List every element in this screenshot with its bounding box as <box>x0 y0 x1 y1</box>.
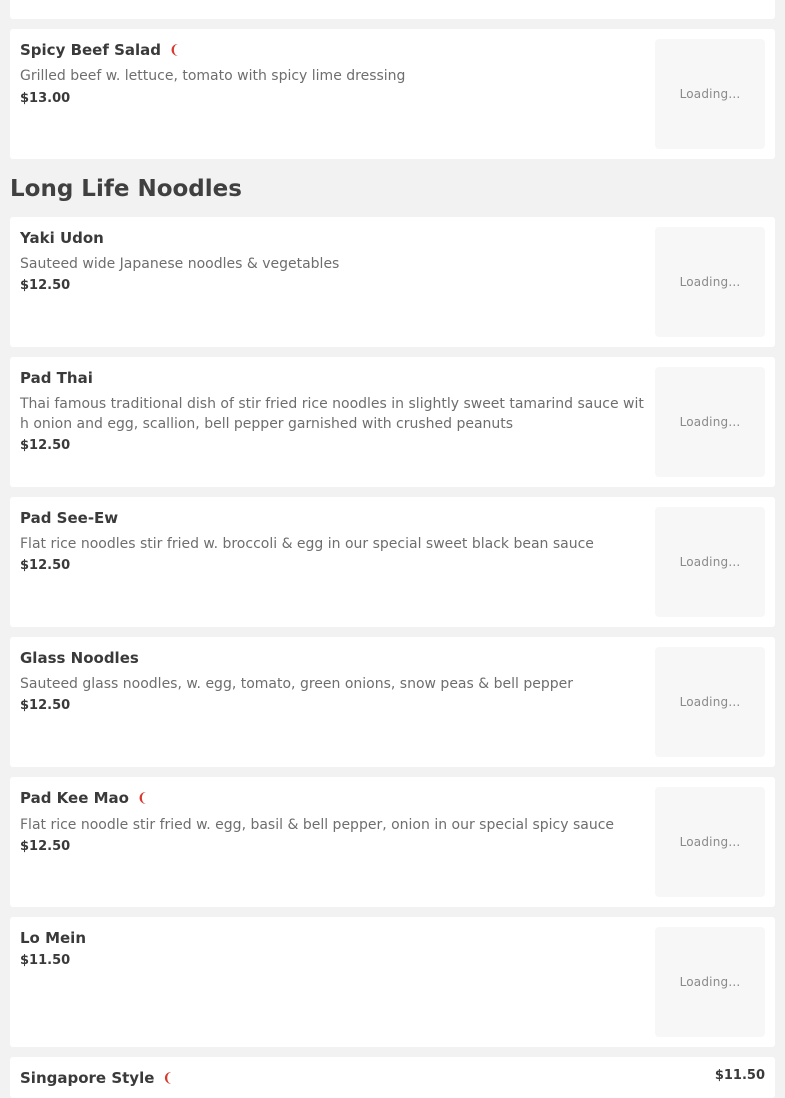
chili-pepper-icon: ❨ <box>162 1070 174 1086</box>
item-name-text: Singapore Style <box>20 1069 155 1087</box>
item-image-loading: Loading... <box>655 787 765 897</box>
item-name-text: Lo Mein <box>20 929 87 947</box>
item-name: Lo Mein <box>20 929 86 947</box>
item-image-loading: Loading... <box>655 39 765 149</box>
item-price: $12.50 <box>20 438 71 453</box>
item-description: Sauteed glass noodles, w. egg, tomato, g… <box>20 676 573 692</box>
section-title: Long Life Noodles <box>10 176 242 202</box>
item-description: Thai famous traditional dish of stir fri… <box>20 396 644 432</box>
item-name-text: Pad Kee Mao <box>20 789 129 807</box>
item-name: Pad Kee Mao ❨ <box>20 789 148 807</box>
item-name-text: Pad See-Ew <box>20 509 119 527</box>
item-price: $12.50 <box>20 558 71 573</box>
item-description: Flat rice noodle stir fried w. egg, basi… <box>20 817 615 833</box>
item-description: Grilled beef w. lettuce, tomato with spi… <box>20 68 406 84</box>
menu-item-pad-see-ew[interactable]: Pad See-Ew Flat rice noodles stir fried … <box>10 497 775 627</box>
menu-item-pad-kee-mao[interactable]: Pad Kee Mao ❨ Flat rice noodle stir frie… <box>10 777 775 907</box>
menu-page: Spicy Beef Salad ❨ Grilled beef w. lettu… <box>0 0 785 1098</box>
item-image-loading: Loading... <box>655 227 765 337</box>
chili-pepper-icon: ❨ <box>169 42 180 58</box>
menu-item-lo-mein[interactable]: Lo Mein $11.50 Loading... <box>10 917 775 1047</box>
item-name-text: Pad Thai <box>20 369 93 387</box>
item-name: Pad Thai <box>20 369 93 387</box>
item-name: Pad See-Ew <box>20 509 118 527</box>
item-price: $12.50 <box>20 698 71 713</box>
item-price: $11.50 <box>20 953 71 968</box>
item-image-loading: Loading... <box>655 367 765 477</box>
menu-item-spicy-beef-salad[interactable]: Spicy Beef Salad ❨ Grilled beef w. lettu… <box>10 29 775 159</box>
menu-item-yaki-udon[interactable]: Yaki Udon Sauteed wide Japanese noodles … <box>10 217 775 347</box>
menu-item-glass-noodles[interactable]: Glass Noodles Sauteed glass noodles, w. … <box>10 637 775 767</box>
menu-item-card-partial[interactable] <box>10 0 775 19</box>
item-description: Flat rice noodles stir fried w. broccoli… <box>20 536 594 552</box>
item-name: Spicy Beef Salad ❨ <box>20 41 180 59</box>
item-image-loading: Loading... <box>655 927 765 1037</box>
item-price: $13.00 <box>20 91 71 106</box>
item-name-text: Glass Noodles <box>20 649 139 667</box>
item-name-text: Yaki Udon <box>20 229 104 247</box>
chili-pepper-icon: ❨ <box>136 790 148 806</box>
item-description: Sauteed wide Japanese noodles & vegetabl… <box>20 256 340 272</box>
item-name: Yaki Udon <box>20 229 104 247</box>
menu-item-pad-thai[interactable]: Pad Thai Thai famous traditional dish of… <box>10 357 775 487</box>
item-price: $11.50 <box>714 1068 765 1083</box>
item-name: Glass Noodles <box>20 649 139 667</box>
menu-item-singapore-style[interactable]: Singapore Style ❨ $11.50 <box>10 1057 775 1098</box>
item-price: $12.50 <box>20 839 71 854</box>
item-name: Singapore Style ❨ <box>20 1069 173 1087</box>
item-image-loading: Loading... <box>655 647 765 757</box>
item-name-text: Spicy Beef Salad <box>20 41 162 59</box>
item-price: $12.50 <box>20 278 71 293</box>
item-image-loading: Loading... <box>655 507 765 617</box>
